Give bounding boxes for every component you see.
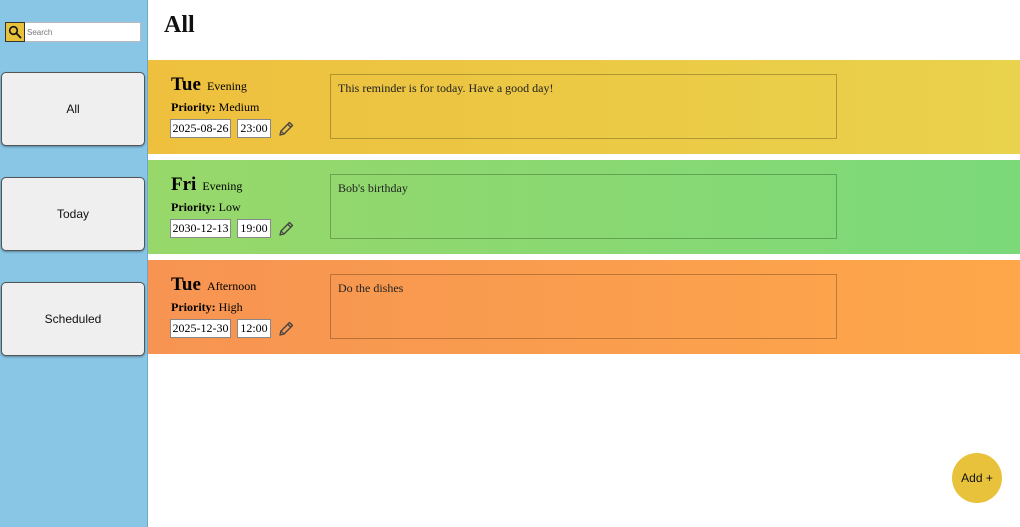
reminder-note[interactable]: Bob's birthday — [330, 174, 837, 239]
pencil-icon[interactable] — [277, 220, 295, 238]
reminder-time-field[interactable]: 23:00 — [237, 119, 271, 138]
reminder-time-field[interactable]: 12:00 — [237, 319, 271, 338]
nav-today-button[interactable]: Today — [1, 177, 145, 251]
reminder-note[interactable]: This reminder is for today. Have a good … — [330, 74, 837, 139]
search-button[interactable] — [5, 22, 25, 42]
reminder-date-field[interactable]: 2025-08-26 — [170, 119, 231, 138]
priority-value: High — [218, 300, 243, 314]
reminder-day: Tue — [171, 274, 201, 295]
nav-scheduled-button[interactable]: Scheduled — [1, 282, 145, 356]
pencil-icon[interactable] — [277, 120, 295, 138]
priority-value: Low — [218, 200, 241, 214]
priority-label: Priority: — [171, 200, 216, 214]
priority-value: Medium — [218, 100, 260, 114]
reminder-day: Tue — [171, 74, 201, 95]
reminder-time-of-day: Evening — [206, 79, 247, 93]
search-icon — [8, 25, 22, 39]
reminder-heading: Fri Evening — [171, 174, 242, 196]
reminder-date-field[interactable]: 2025-12-30 — [170, 319, 231, 338]
reminder-date-field[interactable]: 2030-12-13 — [170, 219, 231, 238]
add-reminder-button[interactable]: Add + — [952, 453, 1002, 503]
reminder-time-of-day: Evening — [202, 179, 243, 193]
reminder-note[interactable]: Do the dishes — [330, 274, 837, 339]
nav-all-button[interactable]: All — [1, 72, 145, 146]
reminder-priority: Priority: Low — [171, 200, 241, 215]
main-content: All Tue Evening Priority: Medium 2025-08… — [148, 0, 1020, 527]
priority-label: Priority: — [171, 100, 216, 114]
reminder-priority: Priority: Medium — [171, 100, 259, 115]
reminder-day: Fri — [171, 174, 197, 195]
search-bar — [5, 22, 141, 42]
reminder-card: Tue Afternoon Priority: High 2025-12-30 … — [148, 260, 1020, 354]
reminder-heading: Tue Evening — [171, 74, 247, 96]
reminder-card: Tue Evening Priority: Medium 2025-08-26 … — [148, 60, 1020, 154]
reminder-priority: Priority: High — [171, 300, 243, 315]
reminder-heading: Tue Afternoon — [171, 274, 256, 296]
reminder-time-field[interactable]: 19:00 — [237, 219, 271, 238]
priority-label: Priority: — [171, 300, 216, 314]
pencil-icon[interactable] — [277, 320, 295, 338]
reminder-time-of-day: Afternoon — [206, 279, 257, 293]
sidebar: All Today Scheduled — [0, 0, 148, 527]
search-input[interactable] — [25, 22, 141, 42]
reminder-card: Fri Evening Priority: Low 2030-12-13 19:… — [148, 160, 1020, 254]
page-title: All — [164, 12, 195, 38]
